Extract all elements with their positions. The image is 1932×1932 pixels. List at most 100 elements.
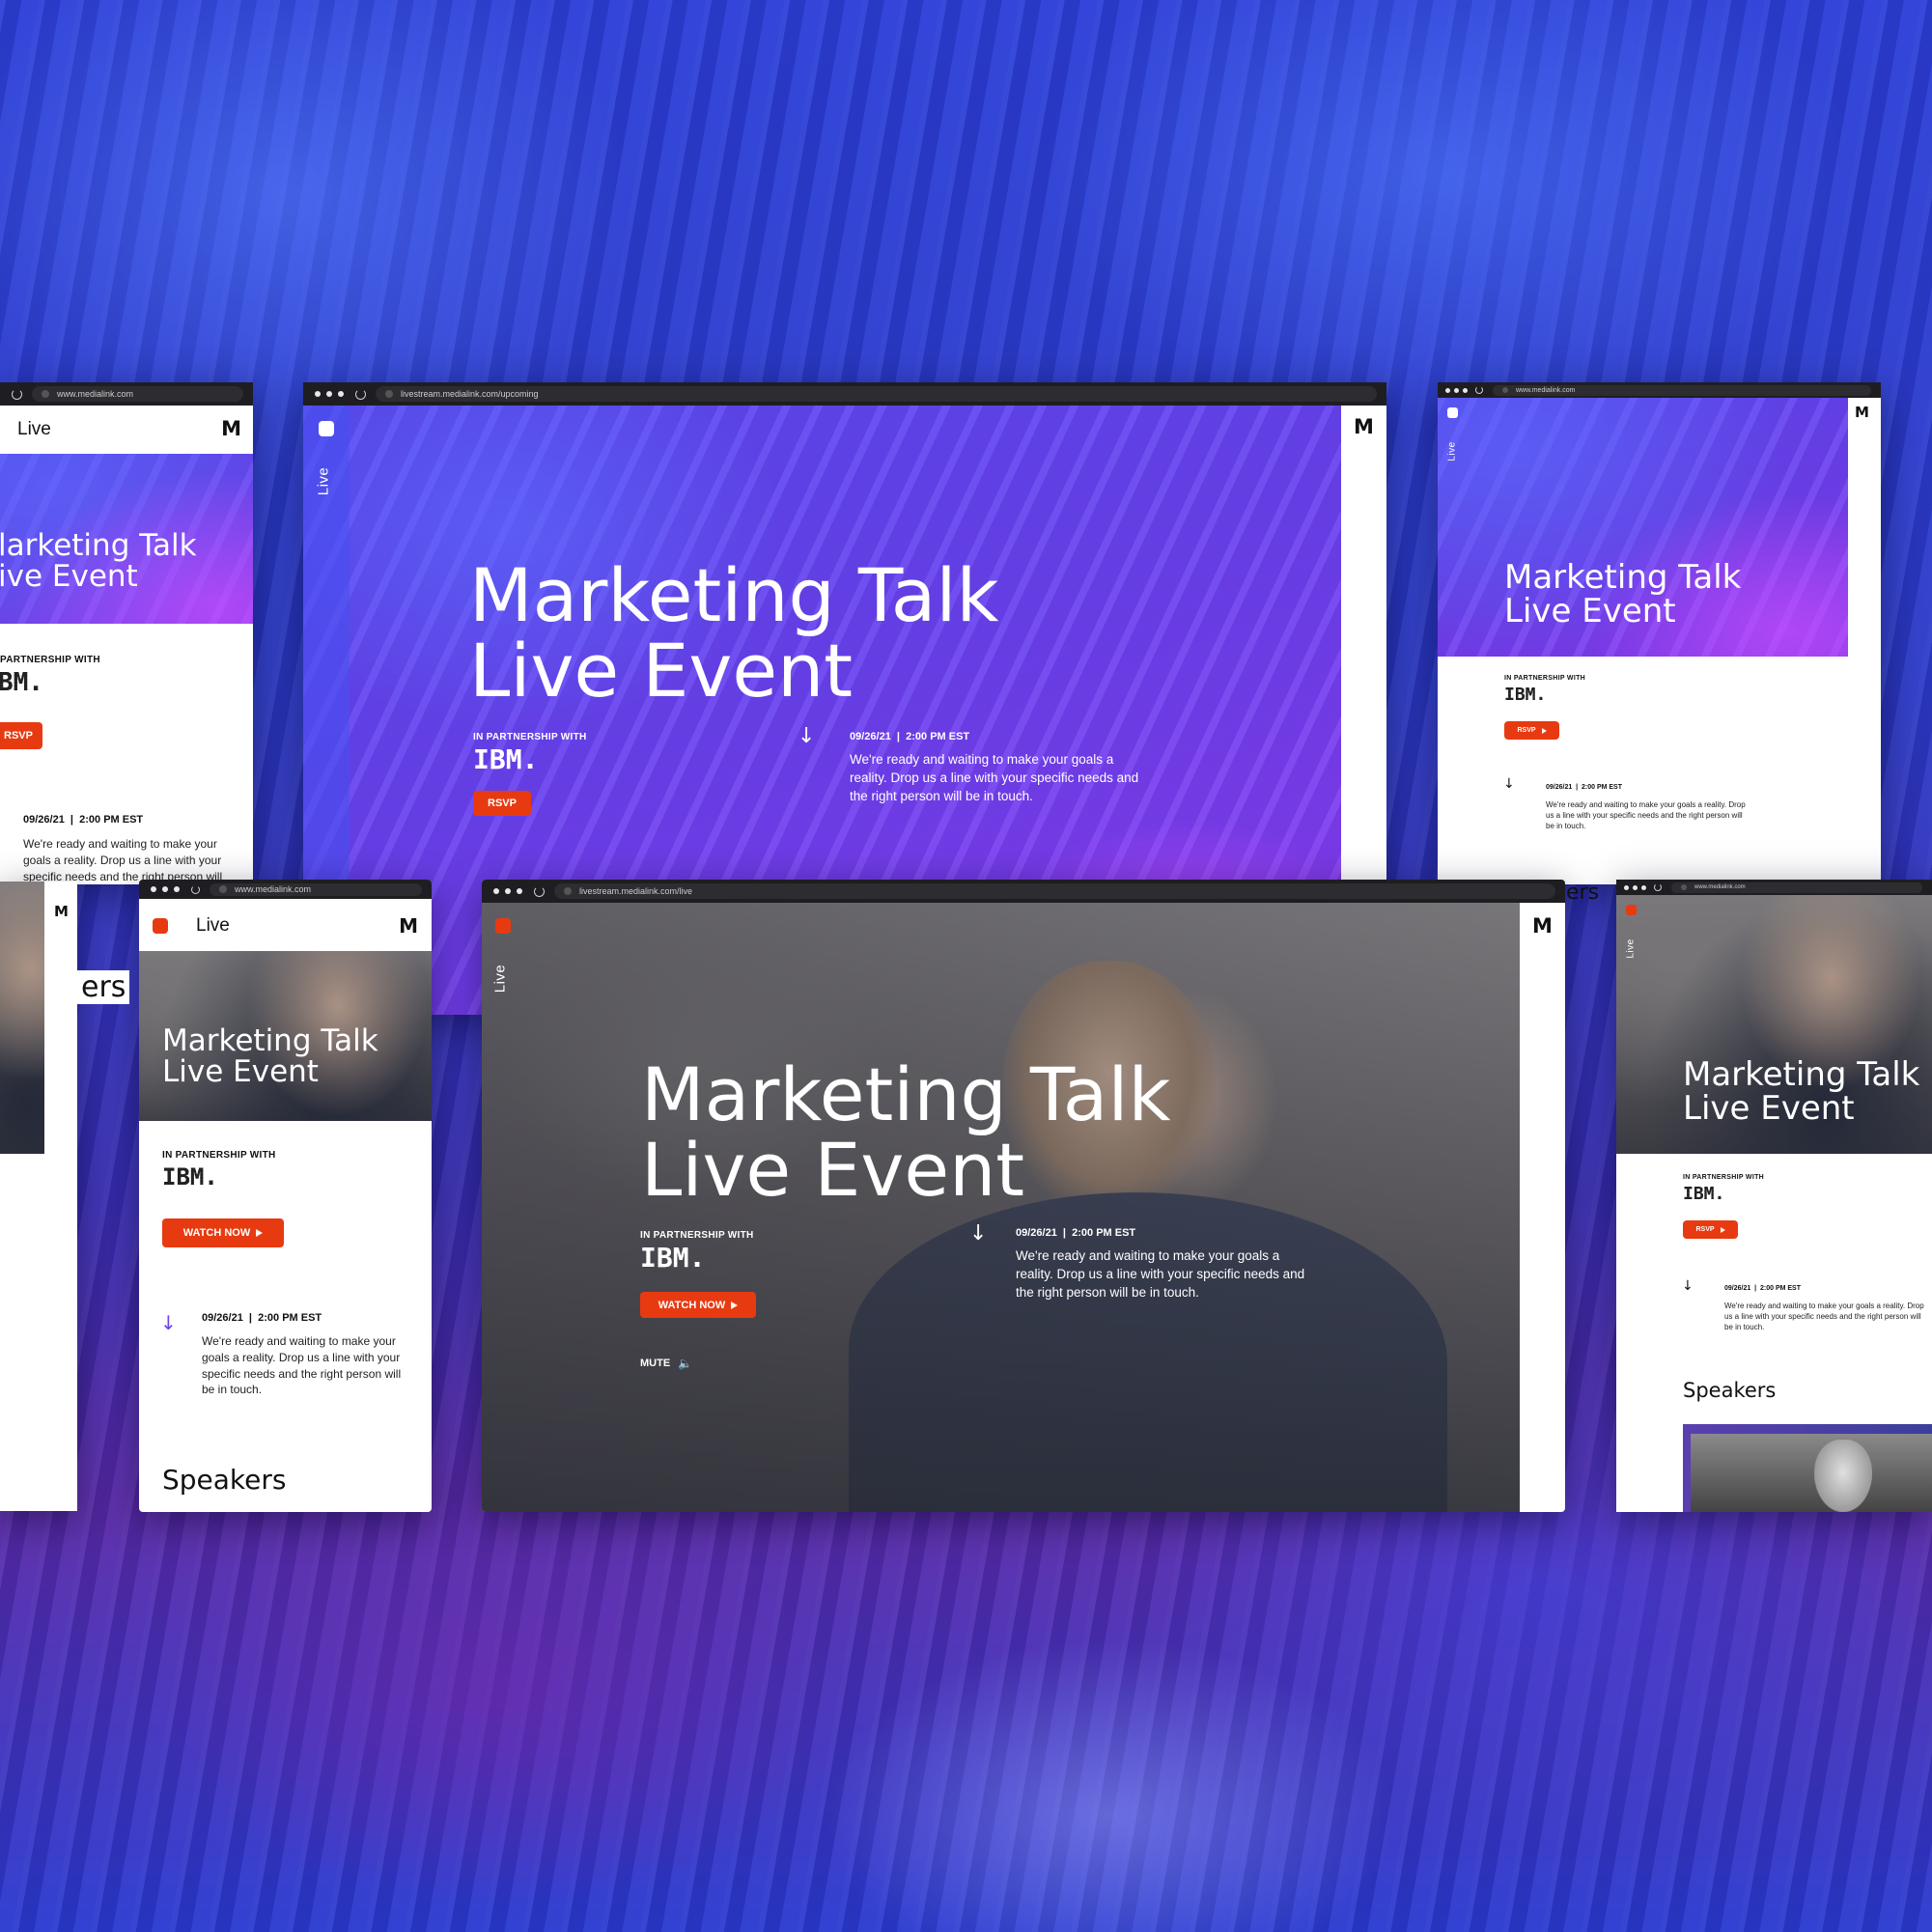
play-icon [1541, 727, 1547, 734]
partnership-label: IN PARTNERSHIP WITH [162, 1150, 276, 1161]
lock-icon [1502, 387, 1508, 393]
event-description: We're ready and waiting to make your goa… [850, 752, 1139, 803]
window-controls[interactable] [315, 391, 344, 397]
event-description: We're ready and waiting to make your goa… [1016, 1248, 1305, 1300]
live-video[interactable]: Live Marketing Talk Live Event IN PARTNE… [482, 903, 1520, 1512]
left-top-window: www.medialink.com Live M larketing Talk … [0, 382, 253, 884]
lock-icon [42, 390, 49, 398]
speaker-card[interactable] [1683, 1424, 1932, 1512]
browser-toolbar: livestream.medialink.com/upcoming [303, 382, 1386, 406]
speakers-heading: Speakers [1683, 1379, 1777, 1402]
nav-live-label[interactable]: Live [17, 419, 51, 440]
hero-title: Marketing Talk Live Event [641, 1051, 1171, 1213]
window-controls[interactable] [151, 886, 180, 892]
rsvp-button[interactable]: RSVP [0, 722, 42, 749]
address-bar[interactable]: www.medialink.com [210, 882, 422, 896]
ibm-logo: IBM. [1683, 1184, 1725, 1204]
event-date: 09/26/21 | 2:00 PM EST [1724, 1285, 1801, 1292]
watch-now-button[interactable]: WATCH NOW [162, 1218, 284, 1247]
medialink-logo[interactable]: M [1532, 914, 1553, 938]
lock-icon [564, 887, 572, 895]
ibm-logo: IBM. [640, 1242, 706, 1274]
address-bar[interactable]: www.medialink.com [32, 386, 243, 402]
scroll-down-icon[interactable]: ↓ [160, 1311, 177, 1334]
reload-icon[interactable] [1475, 386, 1483, 394]
event-description: We're ready and waiting to make your goa… [1724, 1302, 1924, 1332]
address-bar[interactable]: www.medialink.com [1493, 384, 1871, 396]
partnership-label: IN PARTNERSHIP WITH [640, 1230, 754, 1241]
hero-title: larketing Talk ive Event [0, 528, 197, 594]
lock-icon [385, 390, 393, 398]
browser-toolbar: www.medialink.com [139, 880, 432, 899]
reload-icon[interactable] [191, 884, 200, 894]
watch-now-button[interactable]: WATCH NOW [640, 1292, 756, 1318]
mobile-live-window: www.medialink.com Live M Marketing Talk … [139, 880, 432, 1512]
event-date: 09/26/21 | 2:00 PM EST [202, 1312, 322, 1324]
medialink-logo[interactable]: M [1354, 415, 1374, 438]
speaker-portrait [1691, 1434, 1932, 1512]
event-description: We're ready and waiting to make your goa… [1546, 800, 1746, 831]
hero-banner: larketing Talk ive Event [0, 454, 253, 624]
right-top-window: www.medialink.com Live Marketing Talk Li… [1438, 382, 1881, 884]
hero-title: Marketing Talk Live Event [469, 552, 999, 714]
browser-toolbar: www.medialink.com [0, 382, 253, 406]
hero-photo: Marketing Talk Live Event [139, 951, 432, 1121]
live-window: livestream.medialink.com/live Live Marke… [482, 880, 1565, 1512]
lock-icon [1681, 884, 1687, 890]
address-bar[interactable]: www.medialink.com [1671, 882, 1922, 893]
hero-banner: Live Marketing Talk Live Event [1438, 398, 1848, 657]
hero-title: Marketing Talk Live Event [162, 1023, 378, 1089]
sidebar-live-label[interactable]: Live [315, 467, 331, 496]
reload-icon[interactable] [12, 388, 22, 400]
rsvp-button[interactable]: RSVP [1504, 721, 1559, 740]
right-bottom-window: www.medialink.com Live Marketing Talk Li… [1616, 880, 1932, 1512]
mute-toggle[interactable]: MUTE 🔈 [640, 1357, 692, 1370]
address-bar[interactable]: livestream.medialink.com/live [554, 883, 1555, 899]
partnership-label: IN PARTNERSHIP WITH [1683, 1174, 1764, 1181]
medialink-logo[interactable]: M [399, 914, 418, 938]
speaker-icon: 🔈 [678, 1357, 693, 1370]
hero-title: Marketing Talk Live Event [1683, 1055, 1920, 1128]
speakers-heading-partial: ers [1566, 881, 1600, 905]
live-status-indicator [319, 421, 334, 436]
live-status-indicator [495, 918, 511, 934]
window-controls[interactable] [493, 888, 522, 894]
scroll-down-icon[interactable]: ↓ [1503, 776, 1515, 792]
ibm-logo: IBM. [162, 1163, 218, 1190]
browser-toolbar: livestream.medialink.com/live [482, 880, 1565, 903]
live-status-indicator [1626, 905, 1637, 915]
event-description: We're ready and waiting to make your goa… [23, 837, 223, 883]
lock-icon [219, 885, 227, 893]
speakers-heading-partial: ers [77, 970, 130, 1004]
reload-icon[interactable] [534, 885, 545, 897]
reload-icon[interactable] [355, 388, 366, 400]
hero-title: Marketing Talk Live Event [1504, 558, 1742, 630]
scroll-down-icon[interactable]: ↓ [798, 724, 815, 748]
window-controls[interactable] [1445, 387, 1468, 393]
rsvp-button[interactable]: RSVP [1683, 1220, 1738, 1239]
ibm-logo: BM. [0, 668, 43, 697]
sidebar-live-label[interactable]: Live [491, 965, 508, 994]
ibm-logo: IBM. [1504, 685, 1547, 705]
hero-photo [0, 882, 44, 1154]
event-date: 09/26/21 | 2:00 PM EST [1546, 784, 1622, 791]
scroll-down-icon[interactable]: ↓ [1682, 1278, 1694, 1294]
medialink-logo[interactable]: M [1855, 404, 1869, 421]
event-description: We're ready and waiting to make your goa… [202, 1334, 402, 1397]
medialink-logo[interactable]: M [54, 903, 69, 920]
medialink-logo[interactable]: M [221, 417, 241, 440]
hero-photo: Live Marketing Talk Live Event [1616, 895, 1932, 1154]
play-icon [731, 1301, 739, 1309]
scroll-down-icon[interactable]: ↓ [969, 1221, 987, 1246]
partnership-label: IN PARTNERSHIP WITH [1504, 675, 1585, 682]
ibm-logo: IBM. [473, 743, 539, 775]
sidebar-live-label[interactable]: Live [1626, 938, 1637, 958]
nav-live-label[interactable]: Live [196, 915, 230, 937]
speakers-heading: Speakers [162, 1464, 287, 1496]
sidebar-live-label[interactable]: Live [1447, 441, 1458, 461]
reload-icon[interactable] [1654, 883, 1662, 891]
address-bar[interactable]: livestream.medialink.com/upcoming [376, 386, 1377, 402]
rsvp-button[interactable]: RSVP [473, 791, 531, 816]
window-controls[interactable] [1624, 884, 1646, 890]
event-date: 09/26/21 | 2:00 PM EST [1016, 1227, 1136, 1239]
